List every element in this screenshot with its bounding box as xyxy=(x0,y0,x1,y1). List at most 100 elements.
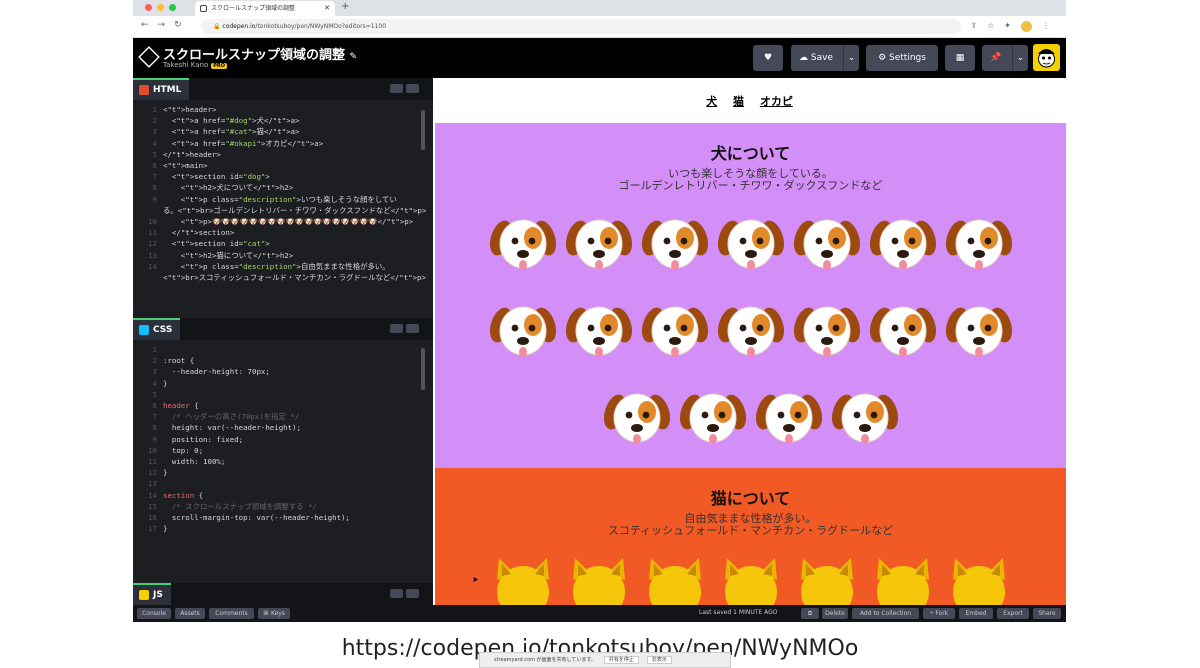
minimize-window-button[interactable] xyxy=(157,4,164,11)
code-line[interactable]: 14 <"t">p class="description">自由気ままな性格が多… xyxy=(139,261,425,272)
nav-link-cat[interactable]: 猫 xyxy=(733,95,744,108)
dog-emoji xyxy=(717,295,785,365)
heart-button[interactable]: ♥ xyxy=(753,45,783,71)
css-scrollbar[interactable] xyxy=(421,348,425,390)
code-line[interactable]: 5 </"t">header> xyxy=(139,149,425,160)
add-to-collection-button[interactable]: Add to Collection xyxy=(852,608,919,619)
layout-icon: ▦ xyxy=(955,53,965,63)
code-line[interactable]: 12 <"t">section id="cat"> xyxy=(139,238,425,249)
stop-sharing-button[interactable]: 共有を停止 xyxy=(603,656,639,664)
code-line[interactable]: 3 --header-height: 70px; xyxy=(139,366,425,377)
profile-avatar-icon[interactable] xyxy=(1021,21,1032,32)
code-line[interactable]: 4 <"t">a href="#okapi">オカピ</"t">a> xyxy=(139,138,425,149)
code-line[interactable]: 12} xyxy=(139,467,425,478)
code-line[interactable]: 7 /* ヘッダーの高さ(70px)を指定 */ xyxy=(139,411,425,422)
save-dropdown-icon[interactable]: ⌄ xyxy=(843,45,859,71)
html-settings-icon[interactable] xyxy=(390,84,403,93)
cloud-icon: ☁ xyxy=(799,53,808,63)
html-pane-tab[interactable]: HTML xyxy=(133,78,190,100)
html-scrollbar[interactable] xyxy=(421,110,425,150)
hide-toast-button[interactable]: 非表示 xyxy=(646,656,672,664)
layout-button[interactable]: ▦ xyxy=(945,45,975,71)
js-collapse-icon[interactable] xyxy=(406,589,419,598)
reload-icon[interactable]: ↻ xyxy=(174,20,182,30)
nav-link-dog[interactable]: 犬 xyxy=(706,95,717,108)
line-number: 12 xyxy=(148,468,157,478)
codepen-logo-icon[interactable] xyxy=(138,46,160,68)
pin-button[interactable]: 📌 ⌄ xyxy=(982,45,1028,71)
code-line[interactable]: 1 <"t">header> xyxy=(139,104,425,115)
html-collapse-icon[interactable] xyxy=(406,84,419,93)
open-external-button[interactable]: ⧉ xyxy=(801,608,819,619)
maximize-window-button[interactable] xyxy=(169,4,176,11)
code-line[interactable]: 1 xyxy=(139,344,425,355)
code-line[interactable]: 13 <"t">h2>猫について</"t">h2> xyxy=(139,250,425,261)
code-line[interactable]: 2 <"t">a href="#dog">犬</"t">a> xyxy=(139,115,425,126)
bookmark-star-icon[interactable]: ☆ xyxy=(987,21,994,32)
menu-dots-icon[interactable]: ⋮ xyxy=(1042,21,1050,32)
css-code-editor[interactable]: 1 2:root {3 --header-height: 70px; 4} 5 6 hea… xyxy=(133,340,433,583)
code-line[interactable]: 11 width: 100%; xyxy=(139,456,425,467)
close-tab-icon[interactable]: ✕ xyxy=(324,1,330,16)
code-line[interactable]: 2:root { xyxy=(139,355,425,366)
line-number: 13 xyxy=(148,479,157,489)
code-line[interactable]: 15 /* スクロールスナップ領域を調整する */ xyxy=(139,501,425,512)
delete-button[interactable]: Delete xyxy=(822,608,848,619)
js-pane-tab[interactable]: JS xyxy=(133,583,171,605)
code-line[interactable]: 13 xyxy=(139,478,425,489)
export-button[interactable]: Export xyxy=(997,608,1029,619)
comments-button[interactable]: Comments xyxy=(209,608,254,619)
user-avatar[interactable] xyxy=(1033,44,1060,71)
code-text: <"t">br>スコティッシュフォールド・マンチカン・ラグドールなど</"t">… xyxy=(163,273,426,283)
code-line[interactable]: 6 header { xyxy=(139,400,425,411)
window-controls[interactable] xyxy=(145,4,176,11)
code-line[interactable]: 8 <"t">h2>犬について</"t">h2> xyxy=(139,182,425,193)
console-button[interactable]: Console xyxy=(137,608,171,619)
code-line[interactable]: 5 xyxy=(139,389,425,400)
code-line[interactable]: 4} xyxy=(139,378,425,389)
share-button[interactable]: Share xyxy=(1033,608,1061,619)
share-icon[interactable]: ⇪ xyxy=(970,21,977,32)
code-line[interactable]: 10 top: 0; xyxy=(139,445,425,456)
code-line[interactable]: 11 </"t">section> xyxy=(139,227,425,238)
code-line[interactable]: る。<"t">br>ゴールデンレトリバー・チワワ・ダックスフンドなど</"t">… xyxy=(139,205,426,216)
assets-button[interactable]: Assets xyxy=(175,608,205,619)
line-number: 1 xyxy=(152,345,157,354)
css-settings-icon[interactable] xyxy=(390,324,403,333)
pin-dropdown-icon[interactable]: ⌄ xyxy=(1012,45,1028,71)
keys-button[interactable]: ⌘ Keys xyxy=(258,608,290,619)
save-button[interactable]: ☁ Save ⌄ xyxy=(791,45,859,71)
settings-button[interactable]: ⚙ Settings xyxy=(866,45,938,71)
fork-button[interactable]: ⑂ Fork xyxy=(923,608,955,619)
new-tab-icon[interactable]: + xyxy=(341,1,349,12)
code-line[interactable]: 9 position: fixed; xyxy=(139,434,425,445)
code-line[interactable]: 17} xyxy=(139,523,425,534)
code-line[interactable]: 14 section { xyxy=(139,490,425,501)
code-line[interactable]: 8 height: var(--header-height); xyxy=(139,422,425,433)
embed-button[interactable]: Embed xyxy=(959,608,993,619)
line-number: 11 xyxy=(148,228,157,238)
css-collapse-icon[interactable] xyxy=(406,324,419,333)
code-line[interactable]: 10 <"t">p>🐶🐶🐶🐶🐶🐶🐶🐶🐶🐶🐶🐶🐶🐶🐶🐶🐶🐶</"t">p> xyxy=(139,216,425,227)
css-pane-tab[interactable]: CSS xyxy=(133,318,181,340)
nav-link-okapi[interactable]: オカピ xyxy=(760,95,793,108)
code-line[interactable]: 16 scroll-margin-top: var(--header-heigh… xyxy=(139,512,425,523)
code-line[interactable]: 6 <"t">main> xyxy=(139,160,425,171)
pen-author[interactable]: Takeshi Kano PRO xyxy=(163,61,228,69)
extensions-icon[interactable]: ✦ xyxy=(1004,21,1011,32)
html-pane-header: HTML xyxy=(133,78,433,100)
code-line[interactable]: <"t">br>スコティッシュフォールド・マンチカン・ラグドールなど</"t">… xyxy=(139,272,426,283)
edit-pencil-icon[interactable]: ✎ xyxy=(350,52,358,62)
html-code-editor[interactable]: 1 <"t">header> 2 <"t">a href="#dog">犬</"t"… xyxy=(133,100,433,318)
back-icon[interactable]: ← xyxy=(141,20,149,30)
js-settings-icon[interactable] xyxy=(390,589,403,598)
line-number: 7 xyxy=(152,172,157,182)
close-window-button[interactable] xyxy=(145,4,152,11)
browser-tab[interactable]: スクロールスナップ領域の調整 ✕ xyxy=(195,1,335,16)
forward-icon[interactable]: → xyxy=(158,20,166,30)
code-line[interactable]: 7 <"t">section id="dog"> xyxy=(139,171,425,182)
address-bar[interactable]: 🔒 codepen.io/tonkotsuboy/pen/NWyNMOo?edi… xyxy=(201,19,961,34)
code-line[interactable]: 9 <"t">p class="description">いつも楽しそうな顔をし… xyxy=(139,194,425,205)
line-number: 1 xyxy=(152,105,157,114)
code-line[interactable]: 3 <"t">a href="#cat">猫</"t">a> xyxy=(139,126,425,137)
